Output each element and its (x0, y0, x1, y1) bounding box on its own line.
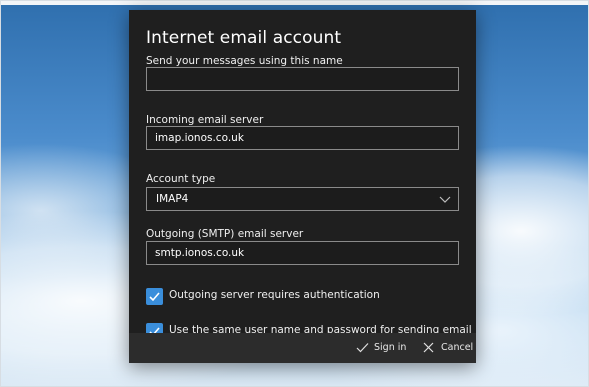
cancel-button[interactable]: Cancel (423, 340, 473, 358)
outgoing-server-input[interactable]: smtp.ionos.co.uk (146, 241, 459, 265)
account-type-label: Account type (146, 173, 216, 185)
outgoing-auth-label: Outgoing server requires authentication (169, 289, 380, 301)
close-icon (423, 342, 434, 353)
sign-in-button[interactable]: Sign in (356, 340, 408, 358)
internet-email-account-dialog: Internet email account Send your message… (129, 10, 476, 363)
outgoing-server-label: Outgoing (SMTP) email server (146, 228, 304, 240)
checkmark-icon (356, 343, 369, 353)
chevron-down-icon (439, 196, 451, 203)
outgoing-auth-option[interactable]: Outgoing server requires authentication (146, 288, 459, 306)
dialog-title: Internet email account (146, 28, 342, 48)
account-type-select[interactable]: IMAP4 (146, 187, 459, 211)
account-type-value: IMAP4 (156, 193, 189, 205)
incoming-server-input[interactable]: imap.ionos.co.uk (146, 126, 459, 150)
incoming-server-label: Incoming email server (146, 114, 264, 126)
dialog-footer: Sign in Cancel (129, 333, 476, 363)
sign-in-label: Sign in (374, 342, 407, 353)
display-name-label: Send your messages using this name (146, 55, 343, 67)
cancel-label: Cancel (441, 342, 474, 353)
checkmark-icon (149, 292, 160, 302)
outgoing-auth-checkbox[interactable] (146, 288, 163, 305)
display-name-input[interactable] (146, 67, 459, 91)
